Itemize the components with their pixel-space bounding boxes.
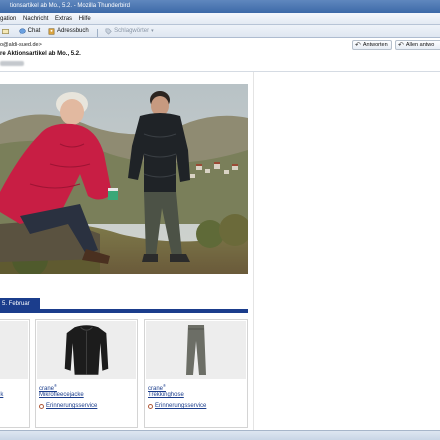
reply-button[interactable]: ↶ Antworten	[352, 40, 392, 50]
window-title-bar[interactable]: tionsartikel ab Mo., 5.2. - Mozilla Thun…	[0, 0, 440, 13]
message-subject: re Aktionsartikel ab Mo., 5.2.	[0, 51, 81, 57]
product-card-partial[interactable]: ik	[0, 319, 30, 428]
product-card-trekking-pants[interactable]: crane® Trekkinghose Erinnerungsservice	[144, 319, 248, 428]
chat-button[interactable]: Chat	[19, 25, 41, 37]
product-brand[interactable]: crane®	[148, 383, 166, 392]
tag-icon	[105, 28, 112, 35]
address-book-icon	[48, 28, 55, 35]
product-image	[146, 321, 246, 379]
reminder-service-link[interactable]: Erinnerungsservice	[39, 403, 97, 409]
product-brand[interactable]: crane®	[39, 383, 57, 392]
product-name[interactable]: Trekkinghose	[148, 392, 184, 398]
reply-label: Antworten	[362, 41, 388, 48]
product-image	[37, 321, 136, 379]
fleece-jacket-image	[64, 325, 109, 375]
message-icon	[2, 29, 9, 34]
tags-label: Schlagwörter	[114, 28, 150, 34]
address-book-label: Adressbuch	[57, 28, 89, 34]
message-header: o@aldi-sued.de> re Aktionsartikel ab Mo.…	[0, 38, 440, 72]
reply-all-button[interactable]: ↶ Allen antwo	[395, 40, 440, 50]
product-card-fleece-jacket[interactable]: crane® Mikrofleecejacke Erinnerungsservi…	[35, 319, 138, 428]
address-book-button[interactable]: Adressbuch	[48, 25, 89, 37]
window-title: tionsartikel ab Mo., 5.2. - Mozilla Thun…	[10, 3, 130, 9]
toolbar-overflow-button[interactable]	[2, 28, 11, 35]
tags-button[interactable]: Schlagwörter ▾	[105, 25, 154, 37]
menu-item-message[interactable]: Nachricht	[23, 16, 48, 22]
sender-address[interactable]: o@aldi-sued.de>	[0, 42, 42, 48]
reply-all-icon: ↶	[398, 41, 404, 49]
toolbar-separator	[97, 28, 99, 37]
reply-all-label: Allen antwo	[405, 41, 435, 48]
product-image-placeholder	[0, 321, 28, 379]
clock-icon	[148, 403, 153, 409]
hero-photo	[0, 84, 248, 274]
main-toolbar: Chat Adressbuch Schlagwörter ▾	[0, 25, 440, 38]
date-divider-bar	[0, 309, 248, 313]
registered-mark: ®	[54, 383, 57, 388]
menu-item-tools[interactable]: Extras	[55, 16, 72, 22]
trekking-pants-image	[186, 325, 206, 375]
menu-bar: gation Nachricht Extras Hilfe	[0, 13, 440, 25]
product-name-partial[interactable]: ik	[0, 392, 3, 398]
body-divider	[253, 72, 254, 430]
clock-icon	[39, 403, 44, 409]
registered-mark: ®	[163, 383, 166, 388]
chat-label: Chat	[27, 28, 41, 34]
reply-icon: ↶	[355, 41, 361, 49]
chevron-down-icon: ▾	[151, 28, 154, 34]
menu-item-view[interactable]: gation	[0, 16, 16, 22]
reminder-service-link[interactable]: Erinnerungsservice	[148, 403, 206, 409]
status-bar	[0, 430, 440, 440]
reminder-service-label: Erinnerungsservice	[155, 403, 207, 409]
chat-icon	[19, 28, 26, 35]
date-tab-label: 5. Februar	[2, 301, 30, 307]
reminder-service-label: Erinnerungsservice	[46, 403, 98, 409]
menu-item-help[interactable]: Hilfe	[79, 16, 91, 22]
product-name[interactable]: Mikrofleecejacke	[39, 392, 84, 398]
redacted-date	[0, 61, 24, 66]
